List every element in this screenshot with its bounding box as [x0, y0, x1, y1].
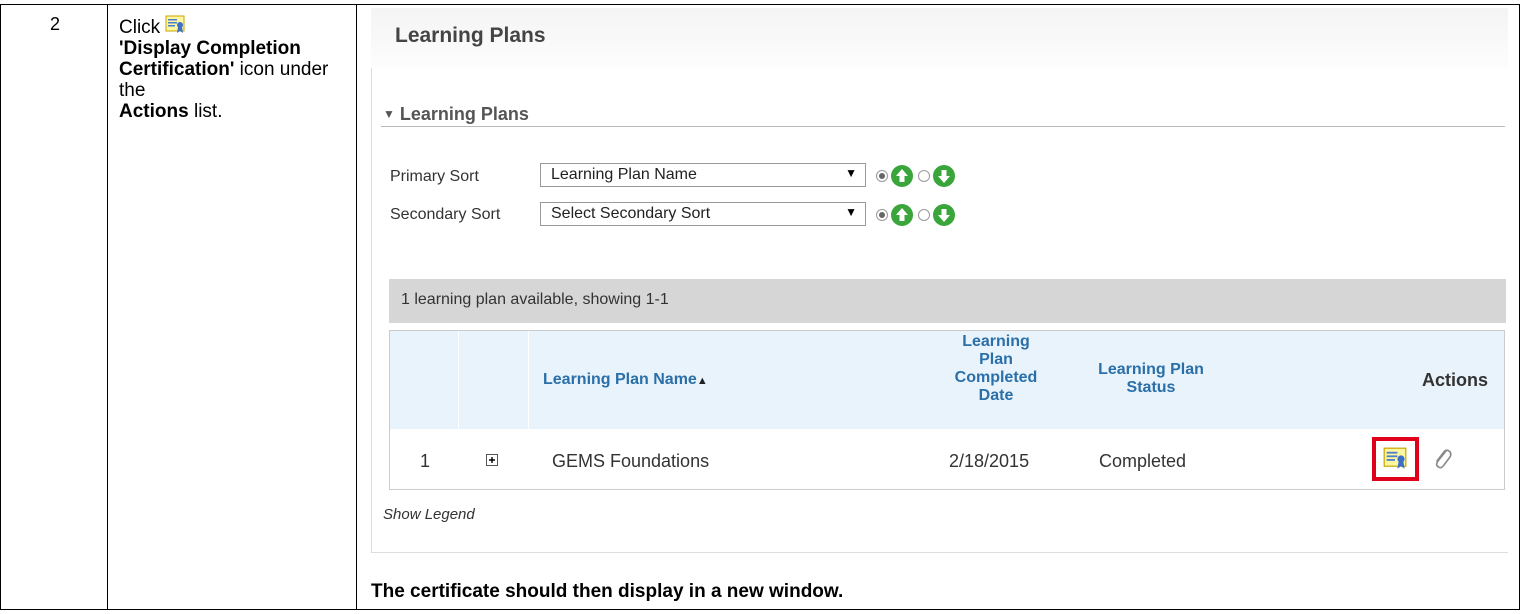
column-header-status[interactable]: Learning Plan Status	[1088, 361, 1214, 397]
results-summary-text: 1 learning plan available, showing 1-1	[401, 291, 669, 308]
row-plan-name: GEMS Foundations	[552, 451, 710, 471]
column-header-name[interactable]: Learning Plan Name▲	[543, 371, 708, 390]
chevron-down-icon: ▼	[845, 205, 857, 219]
row-status: Completed	[1099, 451, 1187, 471]
secondary-sort-descending-radio[interactable]	[918, 209, 930, 221]
column-separator	[528, 331, 529, 429]
show-legend-link[interactable]: Show Legend	[383, 506, 475, 523]
step-instruction: Click 'Display Completion Certification'…	[119, 15, 344, 122]
primary-sort-ascending-radio[interactable]	[876, 170, 888, 182]
step-caption: The certificate should then display in a…	[371, 581, 844, 602]
sort-descending-icon[interactable]	[933, 165, 955, 187]
table-border-col1	[107, 4, 108, 610]
certificate-icon	[165, 15, 185, 35]
chevron-down-icon: ▼	[845, 166, 857, 180]
page-title: Learning Plans	[395, 24, 546, 47]
section-toggle[interactable]: ▼ Learning Plans	[383, 104, 529, 125]
secondary-sort-select[interactable]: Select Secondary Sort ▼	[540, 202, 866, 226]
table-border-left	[0, 4, 1, 610]
secondary-sort-value: Select Secondary Sort	[551, 205, 711, 222]
row-completed-date: 2/18/2015	[949, 451, 1030, 471]
page-header: Learning Plans	[371, 8, 1508, 68]
column-header-completed-date[interactable]: Learning Plan Completed Date	[950, 333, 1042, 405]
expand-plus-icon[interactable]	[486, 454, 498, 466]
table-row: 1 GEMS Foundations 2/18/2015 Completed	[390, 429, 1504, 489]
secondary-sort-ascending-radio[interactable]	[876, 209, 888, 221]
instruction-actions-word: Actions	[119, 101, 189, 122]
display-completion-certification-button[interactable]	[1372, 437, 1419, 481]
secondary-sort-label: Secondary Sort	[390, 206, 501, 223]
sort-ascending-icon[interactable]	[891, 204, 913, 226]
primary-sort-value: Learning Plan Name	[551, 166, 697, 183]
sort-ascending-icon[interactable]	[891, 165, 913, 187]
sort-descending-icon[interactable]	[933, 204, 955, 226]
results-summary-bar: 1 learning plan available, showing 1-1	[389, 279, 1506, 323]
section-divider	[381, 126, 1505, 127]
section-title: Learning Plans	[399, 104, 529, 124]
instruction-click: Click	[119, 17, 161, 38]
sort-up-triangle-icon: ▲	[696, 375, 708, 387]
attachment-paperclip-icon[interactable]	[1432, 445, 1452, 471]
column-separator	[458, 331, 459, 429]
column-header-actions: Actions	[1421, 370, 1488, 390]
screenshot-left-border	[371, 68, 372, 552]
step-number: 2	[50, 14, 61, 34]
embedded-screenshot: Learning Plans ▼ Learning Plans Primary …	[371, 8, 1508, 598]
screenshot-bottom-divider	[371, 552, 1508, 553]
primary-sort-select[interactable]: Learning Plan Name ▼	[540, 163, 866, 187]
table-border-bottom	[0, 609, 1520, 610]
table-border-col2	[356, 4, 357, 610]
certificate-icon	[1383, 447, 1407, 469]
primary-sort-label: Primary Sort	[390, 168, 479, 185]
instruction-end: list.	[193, 101, 223, 122]
row-index: 1	[420, 451, 431, 471]
table-border-top	[0, 4, 1520, 5]
table-header-row: Learning Plan Name▲ Learning Plan Comple…	[390, 331, 1504, 429]
primary-sort-descending-radio[interactable]	[918, 170, 930, 182]
learning-plans-table: Learning Plan Name▲ Learning Plan Comple…	[389, 330, 1505, 490]
collapse-triangle-icon: ▼	[383, 107, 395, 121]
